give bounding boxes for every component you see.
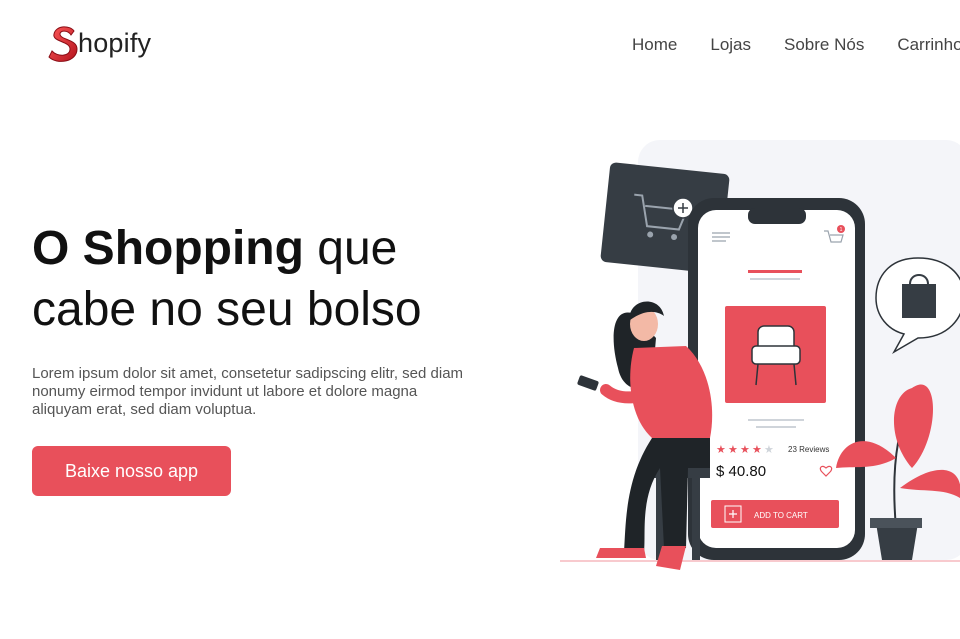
- hero-title-bold: O Shopping: [32, 222, 304, 275]
- brand-logo[interactable]: hopify: [48, 22, 151, 64]
- nav-lojas[interactable]: Lojas: [710, 35, 751, 55]
- star-icon: ★: [752, 443, 762, 456]
- product-price: $ 40.80: [716, 463, 766, 480]
- shopping-illustration: 1 ★ ★ ★ ★ ★ 23 Reviews $ 40.80 ADD TO CART: [560, 140, 960, 570]
- star-icon: ★: [764, 443, 774, 456]
- site-header: hopify Home Lojas Sobre Nós Carrinho: [0, 0, 960, 90]
- review-count: 23 Reviews: [788, 445, 829, 454]
- hero-title-rest: que: [303, 222, 398, 275]
- shopping-bag-icon: [902, 284, 936, 318]
- nav-carrinho[interactable]: Carrinho: [897, 35, 960, 55]
- star-icon: ★: [716, 443, 726, 456]
- nav-home[interactable]: Home: [632, 35, 677, 55]
- hero-title: O Shopping que cabe no seu bolso: [32, 218, 422, 340]
- title-bar: [748, 270, 802, 273]
- rating-stars: ★ ★ ★ ★ ★: [716, 443, 774, 456]
- phone-notch: [748, 208, 806, 224]
- brand-name: hopify: [78, 27, 152, 58]
- download-app-button[interactable]: Baixe nosso app: [32, 446, 231, 496]
- add-to-cart-label: ADD TO CART: [754, 511, 808, 520]
- nav-sobre-nos[interactable]: Sobre Nós: [784, 35, 864, 55]
- shopify-logo-icon: [48, 26, 78, 62]
- star-icon: ★: [728, 443, 738, 456]
- hero-description: Lorem ipsum dolor sit amet, consetetur s…: [32, 365, 464, 418]
- main-nav: Home Lojas Sobre Nós Carrinho: [632, 35, 960, 55]
- hero-title-line2: cabe no seu bolso: [32, 283, 422, 336]
- star-icon: ★: [740, 443, 750, 456]
- cart-badge: 1: [840, 227, 843, 233]
